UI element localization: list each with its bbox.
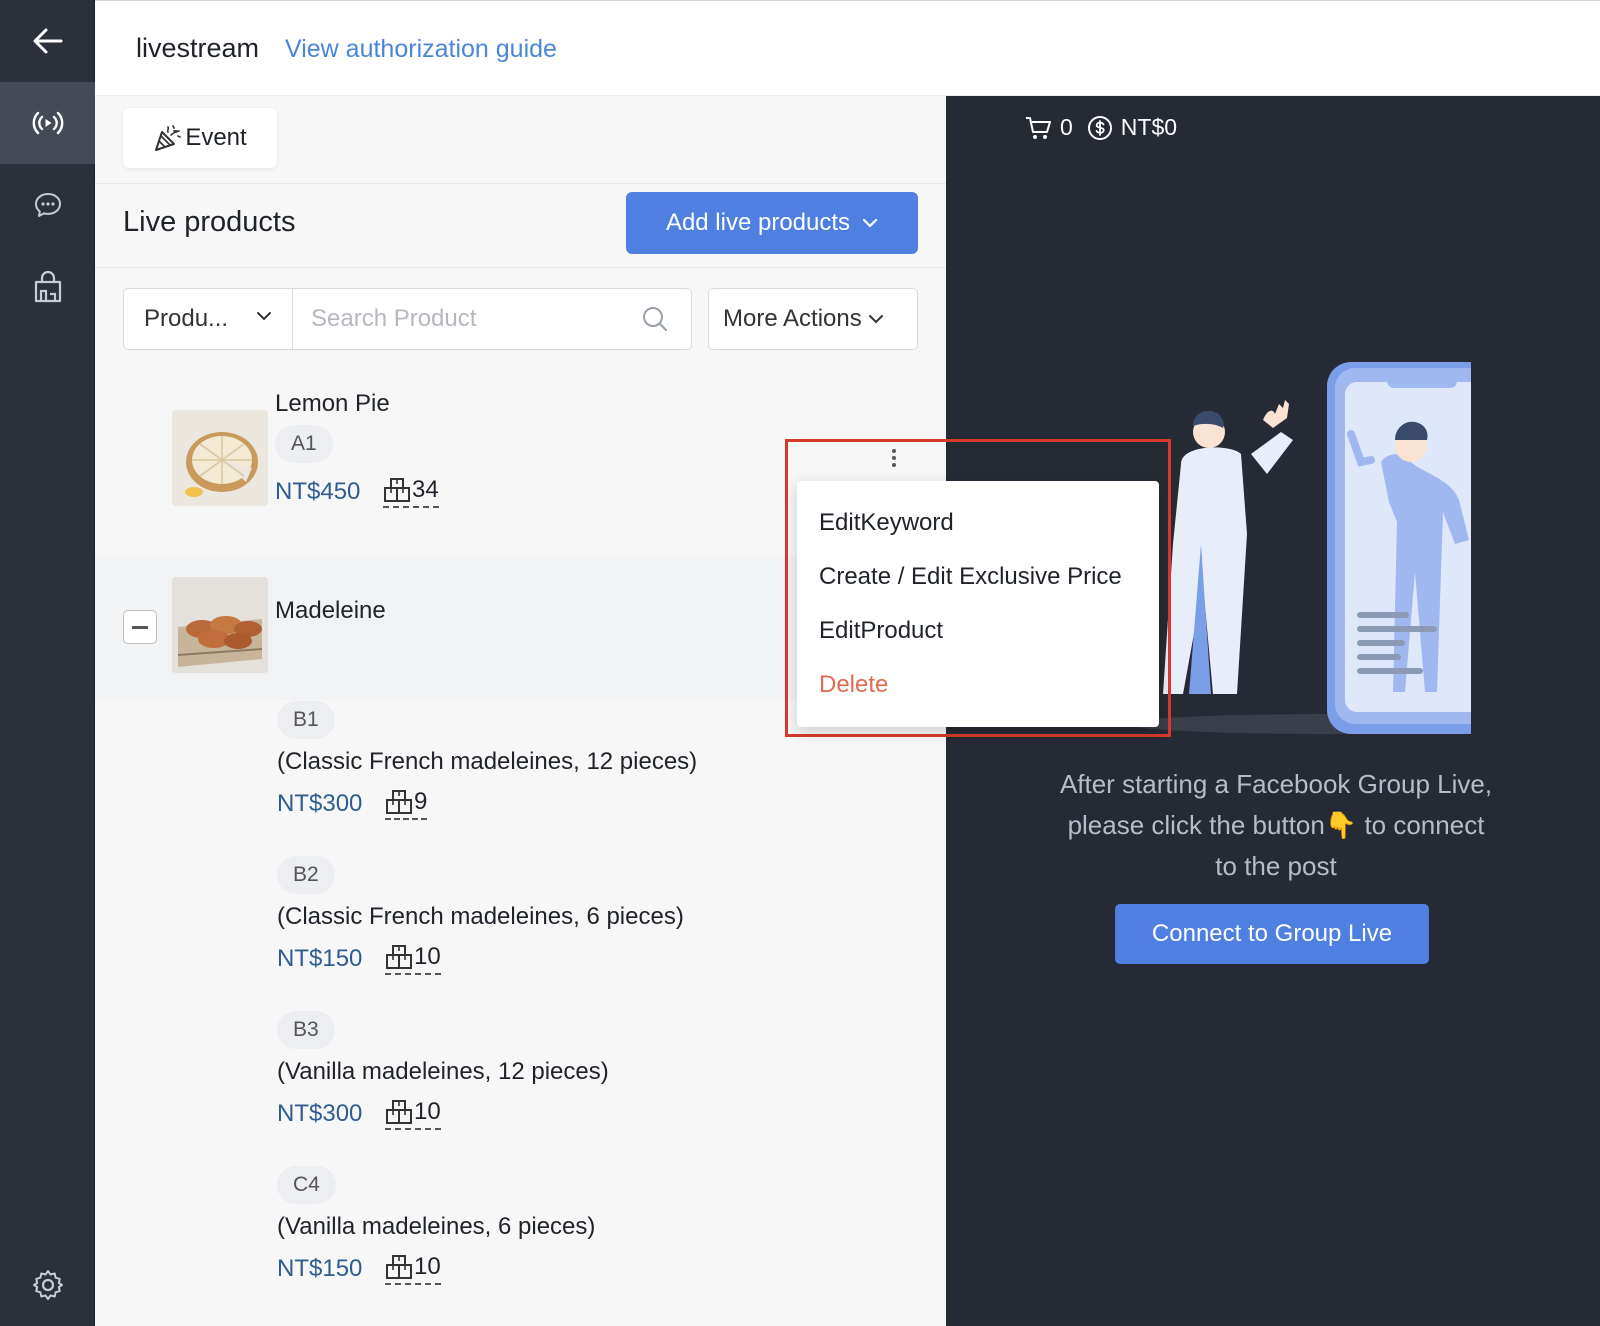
stock-boxes-icon [386,1255,412,1279]
party-popper-icon [155,125,182,151]
section-title: Live products [123,206,296,238]
instruction-line-2-before: please click the button [1067,810,1325,840]
event-button-label: Event [185,124,247,151]
live-stats: 0 NT$0 [1024,114,1177,141]
variant-description: (Classic French madeleines, 12 pieces) [277,748,698,775]
menu-item-edit-product[interactable]: EditProduct [819,617,943,645]
more-actions-dropdown[interactable]: More Actions [708,288,918,350]
instruction-line-1: After starting a Facebook Group Live, [1059,769,1493,799]
stock-count: 10 [414,1253,441,1280]
variant-stock[interactable]: 10 [385,1098,441,1130]
variant-code-badge: B3 [277,1011,335,1049]
chevron-down-icon [868,315,883,324]
product-context-menu: EditKeyword Create / Edit Exclusive Pric… [797,481,1159,727]
variant-price: NT$300 [277,790,363,817]
variant-stock[interactable]: 10 [385,943,441,975]
cart-icon [1026,116,1051,139]
search-icon[interactable] [641,305,669,333]
variant-price: NT$300 [277,1100,363,1127]
sidebar [0,0,95,1326]
product-price: NT$450 [275,478,361,505]
chevron-down-icon [257,312,271,321]
chat-bubble-icon [34,193,61,217]
product-code-badge: A1 [275,425,333,463]
sidebar-item-livestream[interactable] [0,82,95,164]
variant-price: NT$150 [277,1255,363,1282]
instruction-line-2: please click the button👇 to connect [1006,805,1546,846]
gear-icon [32,1270,63,1300]
top-header: livestream View authorization guide [95,0,1600,96]
pointing-down-emoji: 👇 [1324,810,1358,840]
connect-instructions: After starting a Facebook Group Live, pl… [1006,764,1546,887]
variant-stock[interactable]: 10 [385,1253,441,1285]
sidebar-item-shop[interactable] [0,246,95,328]
variant-description: (Vanilla madeleines, 12 pieces) [277,1058,609,1085]
page-title: livestream [136,33,260,63]
back-arrow-icon [33,28,62,54]
variant-code-badge: B2 [277,856,335,894]
add-live-products-label: Add live products [665,209,851,236]
search-input[interactable] [311,303,621,335]
stock-count: 10 [414,943,441,970]
menu-item-exclusive-price[interactable]: Create / Edit Exclusive Price [819,563,1122,591]
connect-group-live-button[interactable]: Connect to Group Live [1115,904,1429,964]
dollar-coin-icon [1087,115,1112,140]
variant-description: (Classic French madeleines, 6 pieces) [277,903,684,930]
more-actions-label: More Actions [723,305,862,332]
variant-description: (Vanilla madeleines, 6 pieces) [277,1213,596,1240]
broadcast-icon [32,111,63,135]
settings-button[interactable] [0,1244,95,1326]
product-image-madeleine[interactable] [172,577,268,673]
event-button[interactable]: Event [123,108,277,168]
collapse-variants-button[interactable] [123,610,157,644]
authorization-guide-link[interactable]: View authorization guide [285,35,557,64]
menu-item-edit-keyword[interactable]: EditKeyword [819,509,954,537]
instruction-line-3: to the post [1215,851,1337,881]
cart-count: 0 [1060,114,1073,140]
instruction-line-2-after: to connect [1357,810,1485,840]
product-filter-select[interactable]: Produ... [123,288,293,350]
stock-boxes-icon [386,1100,412,1124]
product-name: Lemon Pie [275,390,390,417]
products-header: Live products Add live products [95,184,946,268]
sidebar-item-comments[interactable] [0,164,95,246]
back-button[interactable] [0,0,95,82]
stock-boxes-icon [384,478,410,502]
product-image-lemon-pie[interactable] [172,410,268,506]
product-name: Madeleine [275,597,386,624]
shop-bag-icon [34,270,61,303]
filter-select-value: Produ... [144,305,229,332]
event-strip: Event [95,96,946,184]
variant-code-badge: C4 [277,1166,336,1204]
stock-count: 9 [414,788,428,815]
stock-boxes-icon [386,790,412,814]
search-box [292,288,692,350]
add-live-products-button[interactable]: Add live products [626,192,918,254]
variant-code-badge: B1 [277,701,335,739]
menu-item-delete[interactable]: Delete [819,671,888,699]
revenue-amount: NT$0 [1120,114,1178,140]
cart-stat: 0 [1024,114,1073,141]
minus-icon [132,625,148,629]
stock-count: 34 [412,476,439,503]
chevron-down-icon [862,218,878,228]
revenue-stat: NT$0 [1087,114,1177,141]
variant-stock[interactable]: 9 [385,788,428,820]
stock-count: 10 [414,1098,441,1125]
variant-price: NT$150 [277,945,363,972]
stock-boxes-icon [386,945,412,969]
product-stock[interactable]: 34 [383,476,439,508]
